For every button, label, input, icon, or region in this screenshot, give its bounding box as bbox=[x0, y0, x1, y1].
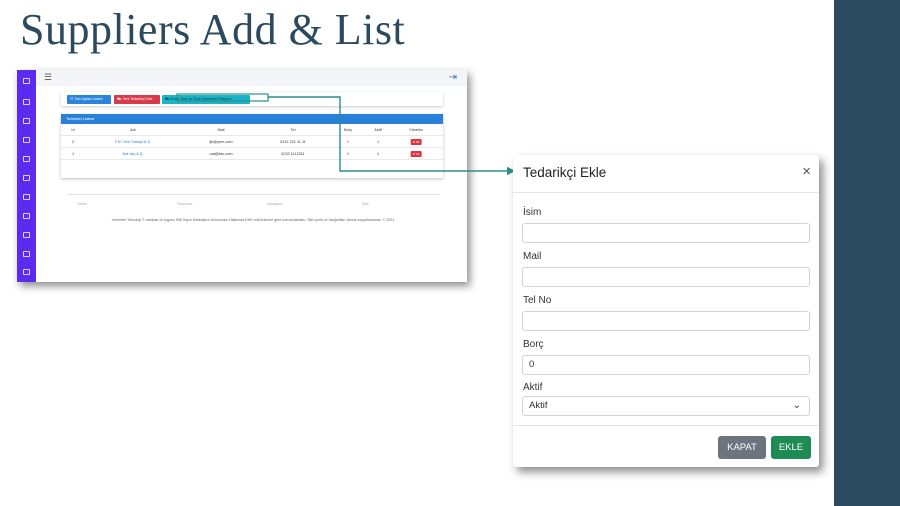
row-tel: 0232 1112311 bbox=[281, 152, 305, 156]
column-header: Tel bbox=[290, 128, 296, 132]
card-title: Tedarikçi Listesi bbox=[61, 114, 443, 124]
active-select[interactable]: Aktif ⌄ bbox=[522, 396, 810, 416]
app-sidebar bbox=[17, 70, 36, 282]
app-screenshot: ☰ ⇥ ☷ Tüm Aşılar Listesi ⛟ Yeni Tedarikç… bbox=[17, 70, 467, 282]
column-header: Mail bbox=[217, 128, 225, 132]
stock-report-button[interactable]: ⛟ Eksik Stok ve Stok Hareketleri Raporu bbox=[162, 95, 250, 104]
row-mail: nat@ilac.com bbox=[209, 152, 233, 156]
row-id: 2 bbox=[71, 140, 75, 144]
instagram-link[interactable]: Instagram bbox=[267, 202, 283, 206]
home-icon[interactable] bbox=[23, 78, 30, 84]
facebook-link[interactable]: Facebook bbox=[177, 202, 192, 206]
debt-label: Borç bbox=[523, 339, 544, 350]
row-id: 1 bbox=[71, 152, 75, 156]
add-button[interactable]: EKLE bbox=[771, 436, 811, 459]
active-label: Aktif bbox=[523, 382, 543, 393]
close-button[interactable]: KAPAT bbox=[718, 436, 766, 459]
close-icon[interactable]: × bbox=[802, 164, 811, 180]
toolbar: ☷ Tüm Aşılar Listesi ⛟ Yeni Tedarikçi Ek… bbox=[61, 92, 443, 106]
modal-footer-divider bbox=[513, 425, 819, 426]
row-tel: 0212 221 11 11 bbox=[280, 140, 306, 144]
row-active: 1 bbox=[376, 140, 380, 144]
app-topbar: ☰ ⇥ bbox=[36, 70, 467, 86]
column-header: Aktif bbox=[374, 128, 382, 132]
copyright-text: Veteriner Teknoloji © markası ve logosu … bbox=[111, 218, 395, 222]
slide-title: Suppliers Add & List bbox=[20, 5, 406, 54]
grid-icon[interactable] bbox=[23, 99, 30, 105]
report-icon[interactable] bbox=[23, 251, 30, 257]
row-active: 1 bbox=[376, 152, 380, 156]
twitter-link[interactable]: Twitter bbox=[77, 202, 87, 206]
tel-label: Tel No bbox=[523, 295, 552, 306]
delete-button[interactable]: ⊘ Sil bbox=[410, 151, 422, 157]
logout-icon[interactable]: ⇥ bbox=[449, 72, 457, 83]
table-row[interactable]: 1 Nat İlaç A.Ş. nat@ilac.com 0232 111231… bbox=[61, 148, 443, 160]
supplier-list-card: Tedarikçi Listesi Id Adı Mail Tel Borç A… bbox=[61, 114, 443, 178]
debt-input[interactable]: 0 bbox=[522, 355, 810, 375]
mail-link[interactable]: Mail bbox=[362, 202, 368, 206]
row-debt: 0 bbox=[346, 140, 350, 144]
row-name[interactable]: Nat İlaç A.Ş. bbox=[123, 148, 144, 160]
mail-input[interactable] bbox=[522, 267, 810, 287]
money-icon[interactable] bbox=[23, 194, 30, 200]
box-icon[interactable] bbox=[23, 137, 30, 143]
modal-title: Tedarikçi Ekle bbox=[523, 165, 607, 180]
settings-icon[interactable] bbox=[23, 269, 30, 275]
active-select-value: Aktif bbox=[529, 400, 548, 411]
user-icon[interactable] bbox=[23, 118, 30, 124]
vaccine-list-button[interactable]: ☷ Tüm Aşılar Listesi bbox=[67, 95, 111, 104]
link-icon[interactable] bbox=[23, 175, 30, 181]
hamburger-icon[interactable]: ☰ bbox=[44, 72, 52, 83]
mail-label: Mail bbox=[523, 251, 542, 262]
delete-button[interactable]: ⊘ Sil bbox=[410, 139, 422, 145]
name-label: İsim bbox=[523, 207, 542, 218]
plus-icon[interactable] bbox=[23, 213, 30, 219]
column-header: Yönetim bbox=[409, 128, 423, 132]
column-header: Id bbox=[71, 128, 75, 132]
tel-input[interactable] bbox=[522, 311, 810, 331]
column-header: Borç bbox=[344, 128, 352, 132]
folder-icon[interactable] bbox=[23, 232, 30, 238]
new-supplier-button[interactable]: ⛟ Yeni Tedarikçi Ekle bbox=[114, 95, 160, 104]
column-header: Adı bbox=[130, 128, 136, 132]
name-input[interactable] bbox=[522, 223, 810, 243]
footer-divider bbox=[67, 194, 439, 195]
table-header: Id Adı Mail Tel Borç Aktif Yönetim bbox=[61, 124, 443, 136]
row-debt: 0 bbox=[346, 152, 350, 156]
add-supplier-modal: Tedarikçi Ekle × İsim Mail Tel No Borç 0… bbox=[513, 155, 819, 467]
modal-header-divider bbox=[513, 192, 819, 193]
table-row[interactable]: 2 FJK Yem Sanayi A.Ş. fjk@yem.com 0212 2… bbox=[61, 136, 443, 148]
tag-icon[interactable] bbox=[23, 156, 30, 162]
chevron-down-icon: ⌄ bbox=[792, 400, 801, 411]
row-name[interactable]: FJK Yem Sanayi A.Ş. bbox=[115, 136, 151, 148]
row-mail: fjk@yem.com bbox=[209, 140, 233, 144]
decorative-band bbox=[834, 0, 900, 506]
